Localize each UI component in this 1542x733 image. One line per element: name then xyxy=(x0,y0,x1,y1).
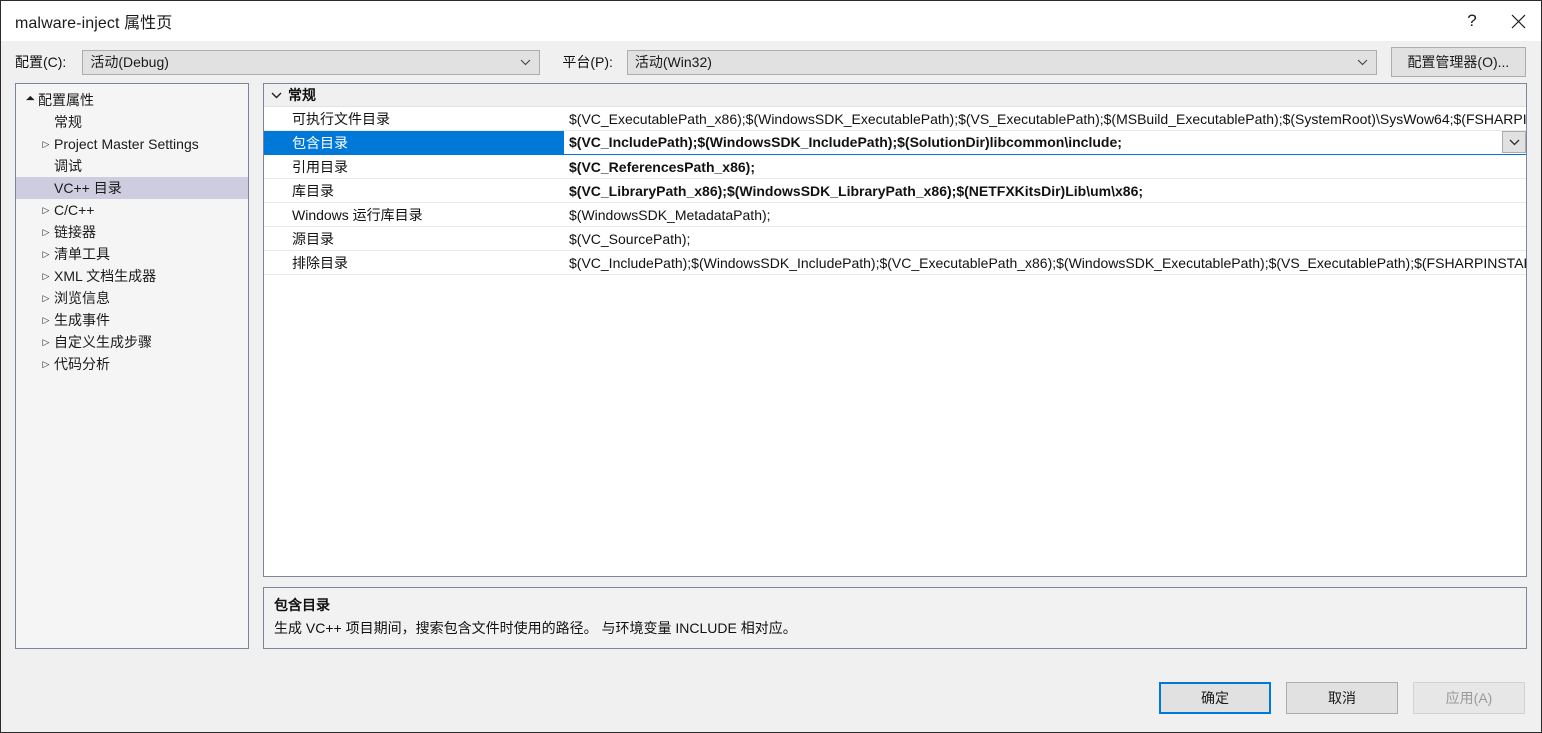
help-icon[interactable]: ? xyxy=(1449,1,1495,41)
tree-item-6[interactable]: ▷ 链接器 xyxy=(16,221,248,243)
tree-item-label: XML 文档生成器 xyxy=(54,268,157,284)
property-value[interactable]: $(VC_IncludePath);$(WindowsSDK_IncludePa… xyxy=(564,255,1526,271)
property-group-header[interactable]: 常规 xyxy=(264,84,1526,107)
tree-item-label: 浏览信息 xyxy=(54,290,110,306)
tree-item-9[interactable]: ▷ 浏览信息 xyxy=(16,287,248,309)
cancel-button[interactable]: 取消 xyxy=(1286,682,1398,714)
tree-item-label: VC++ 目录 xyxy=(54,180,122,196)
tree-item-1[interactable]: 常规 xyxy=(16,111,248,133)
expander-closed-icon[interactable]: ▷ xyxy=(38,205,54,216)
expander-closed-icon[interactable]: ▷ xyxy=(38,337,54,348)
configuration-bar: 配置(C): 活动(Debug) 平台(P): 活动(Win32) 配置管理器(… xyxy=(1,41,1541,83)
tree-item-label: C/C++ xyxy=(54,202,95,218)
tree-item-5[interactable]: ▷ C/C++ xyxy=(16,199,248,221)
expander-closed-icon[interactable]: ▷ xyxy=(38,293,54,304)
description-text: 生成 VC++ 项目期间，搜索包含文件时使用的路径。 与环境变量 INCLUDE… xyxy=(274,620,797,636)
description-title: 包含目录 xyxy=(274,597,330,613)
tree-item-0[interactable]: ◢ 配置属性 xyxy=(16,89,248,111)
property-tree[interactable]: ◢ 配置属性 常规 ▷ Project Master Settings 调试 VC++ 目录… xyxy=(15,83,249,649)
property-name: 可执行文件目录 xyxy=(292,110,390,127)
chevron-down-icon xyxy=(1509,139,1519,145)
property-grid[interactable]: 常规 可执行文件目录 $(VC_ExecutablePath_x86);$(Win… xyxy=(263,83,1527,577)
expander-closed-icon[interactable]: ▷ xyxy=(38,227,54,238)
property-value[interactable]: $(VC_SourcePath); xyxy=(564,231,1526,247)
tree-item-label: Project Master Settings xyxy=(54,136,199,152)
property-name: 包含目录 xyxy=(292,134,348,151)
tree-item-8[interactable]: ▷ XML 文档生成器 xyxy=(16,265,248,287)
configuration-value: 活动(Debug) xyxy=(90,54,169,70)
description-panel: 包含目录 生成 VC++ 项目期间，搜索包含文件时使用的路径。 与环境变量 IN… xyxy=(263,587,1527,649)
property-pages-dialog: malware-inject 属性页 ? 配置(C): 活动(Debug) 平台… xyxy=(0,0,1542,733)
chevron-down-icon xyxy=(520,51,531,74)
property-row[interactable]: 包含目录 $(VC_IncludePath);$(WindowsSDK_Inclu… xyxy=(264,131,1526,155)
chevron-down-icon xyxy=(1357,51,1368,74)
close-icon[interactable] xyxy=(1495,1,1541,41)
expander-closed-icon[interactable]: ▷ xyxy=(38,139,54,150)
property-row[interactable]: 源目录 $(VC_SourcePath); xyxy=(264,227,1526,251)
property-value[interactable]: $(VC_IncludePath);$(WindowsSDK_IncludePa… xyxy=(564,131,1526,154)
property-group-label: 常规 xyxy=(288,87,316,103)
tree-item-label: 常规 xyxy=(54,114,82,130)
tree-item-11[interactable]: ▷ 自定义生成步骤 xyxy=(16,331,248,353)
property-row[interactable]: 引用目录 $(VC_ReferencesPath_x86); xyxy=(264,155,1526,179)
title-bar-buttons: ? xyxy=(1449,1,1541,41)
platform-label: 平台(P): xyxy=(562,54,613,70)
property-name: Windows 运行库目录 xyxy=(292,206,423,223)
tree-item-label: 代码分析 xyxy=(54,356,110,372)
property-value[interactable]: $(VC_ExecutablePath_x86);$(WindowsSDK_Ex… xyxy=(564,111,1526,127)
tree-item-3[interactable]: 调试 xyxy=(16,155,248,177)
expander-closed-icon[interactable]: ▷ xyxy=(38,359,54,370)
property-row[interactable]: 排除目录 $(VC_IncludePath);$(WindowsSDK_Inclu… xyxy=(264,251,1526,275)
tree-item-12[interactable]: ▷ 代码分析 xyxy=(16,353,248,375)
expander-closed-icon[interactable]: ▷ xyxy=(38,315,54,326)
property-value[interactable]: $(VC_ReferencesPath_x86); xyxy=(564,159,1526,175)
tree-item-label: 生成事件 xyxy=(54,312,110,328)
tree-item-label: 自定义生成步骤 xyxy=(54,334,152,350)
value-dropdown-button[interactable] xyxy=(1502,131,1526,153)
property-value[interactable]: $(WindowsSDK_MetadataPath); xyxy=(564,207,1526,223)
expander-open-icon[interactable]: ◢ xyxy=(21,91,39,109)
expander-closed-icon[interactable]: ▷ xyxy=(38,249,54,260)
platform-value: 活动(Win32) xyxy=(634,54,712,70)
chevron-down-icon[interactable] xyxy=(264,92,288,99)
property-row[interactable]: 可执行文件目录 $(VC_ExecutablePath_x86);$(Window… xyxy=(264,107,1526,131)
tree-item-7[interactable]: ▷ 清单工具 xyxy=(16,243,248,265)
property-value[interactable]: $(VC_LibraryPath_x86);$(WindowsSDK_Libra… xyxy=(564,183,1526,199)
window-title: malware-inject 属性页 xyxy=(15,15,173,32)
dialog-footer: 确定 取消 应用(A) xyxy=(1,664,1541,732)
tree-item-10[interactable]: ▷ 生成事件 xyxy=(16,309,248,331)
tree-item-label: 清单工具 xyxy=(54,246,110,262)
configuration-manager-button[interactable]: 配置管理器(O)... xyxy=(1390,47,1526,77)
tree-item-label: 配置属性 xyxy=(38,92,94,108)
property-name: 排除目录 xyxy=(292,254,348,271)
configuration-label: 配置(C): xyxy=(15,54,67,70)
tree-item-2[interactable]: ▷ Project Master Settings xyxy=(16,133,248,155)
property-name: 源目录 xyxy=(292,230,334,247)
platform-combo[interactable]: 活动(Win32) xyxy=(626,49,1377,75)
right-column: 常规 可执行文件目录 $(VC_ExecutablePath_x86);$(Win… xyxy=(263,83,1527,649)
tree-item-label: 调试 xyxy=(54,158,82,174)
dialog-body: ◢ 配置属性 常规 ▷ Project Master Settings 调试 VC++ 目录… xyxy=(1,83,1541,664)
property-row[interactable]: Windows 运行库目录 $(WindowsSDK_MetadataPath); xyxy=(264,203,1526,227)
title-bar: malware-inject 属性页 ? xyxy=(1,1,1541,41)
tree-item-4[interactable]: VC++ 目录 xyxy=(16,177,248,199)
tree-item-label: 链接器 xyxy=(54,224,96,240)
ok-button[interactable]: 确定 xyxy=(1159,682,1271,714)
property-name: 库目录 xyxy=(292,182,334,199)
expander-closed-icon[interactable]: ▷ xyxy=(38,271,54,282)
configuration-combo[interactable]: 活动(Debug) xyxy=(82,49,541,75)
property-name: 引用目录 xyxy=(292,158,348,175)
apply-button: 应用(A) xyxy=(1413,682,1525,714)
property-row[interactable]: 库目录 $(VC_LibraryPath_x86);$(WindowsSDK_Li… xyxy=(264,179,1526,203)
